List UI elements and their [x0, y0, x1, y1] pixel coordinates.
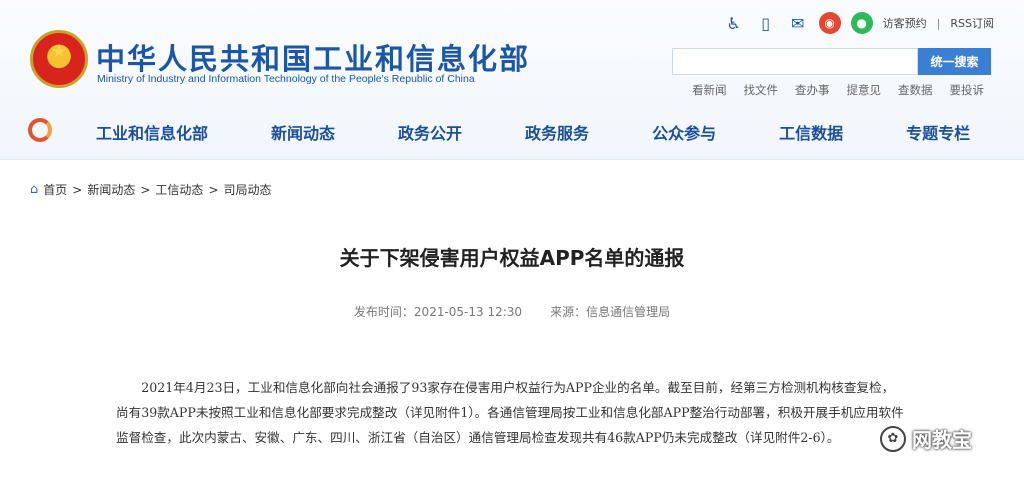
quick-link-files[interactable]: 找文件	[744, 82, 779, 98]
nav-item-topics[interactable]: 专题专栏	[906, 120, 970, 144]
national-emblem-logo[interactable]	[30, 30, 88, 88]
top-link-separator: |	[936, 16, 941, 30]
search-input[interactable]	[672, 48, 918, 75]
nav-item-data[interactable]: 工信数据	[779, 120, 843, 144]
weibo-icon[interactable]: ◉	[818, 12, 841, 34]
breadcrumb-separator: >	[140, 182, 151, 197]
breadcrumb-bureau-news[interactable]: 司局动态	[224, 181, 272, 198]
article-title: 关于下架侵害用户权益APP名单的通报	[339, 246, 685, 270]
nav-item-news[interactable]: 新闻动态	[271, 120, 335, 144]
wechat-watermark-icon: ✿	[880, 425, 906, 452]
home-icon[interactable]: ⌂	[30, 182, 38, 197]
mail-icon[interactable]: ✉	[787, 12, 809, 34]
search-button[interactable]: 统一搜索	[918, 48, 991, 75]
nav-item-participation[interactable]: 公众参与	[652, 120, 716, 144]
breadcrumb-news[interactable]: 新闻动态	[87, 181, 135, 198]
breadcrumb-home[interactable]: 首页	[43, 181, 67, 198]
nav-item-disclosure[interactable]: 政务公开	[398, 120, 462, 144]
quick-link-services[interactable]: 查办事	[795, 82, 830, 98]
breadcrumb: ⌂ 首页 > 新闻动态 > 工信动态 > 司局动态	[30, 181, 272, 198]
breadcrumb-separator: >	[208, 182, 219, 197]
quick-link-news[interactable]: 看新闻	[692, 82, 727, 98]
mobile-icon[interactable]: ▯	[755, 12, 777, 34]
site-title[interactable]: 中华人民共和国工业和信息化部	[96, 36, 530, 78]
quick-links: 看新闻 找文件 查办事 提意见 查数据 要投诉	[692, 82, 984, 98]
wechat-icon[interactable]: ●	[850, 12, 873, 34]
site-subtitle: Ministry of Industry and Information Tec…	[97, 73, 475, 85]
quick-link-complaint[interactable]: 要投诉	[950, 82, 985, 98]
publish-time: 发布时间：2021-05-13 12:30	[353, 305, 523, 319]
rss-link[interactable]: RSS订阅	[950, 15, 994, 31]
main-nav: 工业和信息化部 新闻动态 政务公开 政务服务 公众参与 工信数据 专题专栏	[0, 110, 1024, 150]
nav-item-ministry[interactable]: 工业和信息化部	[96, 120, 208, 144]
site-header: 中华人民共和国工业和信息化部 Ministry of Industry and …	[0, 0, 1024, 160]
breadcrumb-industry-news[interactable]: 工信动态	[155, 181, 203, 198]
top-toolbar: ♿ ▯ ✉ ◉ ● 访客预约 | RSS订阅	[723, 12, 994, 34]
quick-link-data[interactable]: 查数据	[898, 82, 933, 98]
article-source: 来源：信息通信管理局	[550, 305, 671, 319]
watermark-text: 网教宝	[912, 428, 972, 452]
nav-item-services[interactable]: 政务服务	[525, 120, 589, 144]
accessibility-icon[interactable]: ♿	[723, 12, 745, 34]
article-meta: 发布时间：2021-05-13 12:30 来源：信息通信管理局	[0, 303, 1024, 320]
nav-logo-icon[interactable]	[28, 118, 52, 142]
visit-appointment-link[interactable]: 访客预约	[883, 15, 927, 31]
breadcrumb-separator: >	[72, 182, 83, 197]
quick-link-feedback[interactable]: 提意见	[847, 82, 882, 98]
article-body: 2021年4月23日，工业和信息化部向社会通报了93家存在侵害用户权益行为APP…	[116, 380, 904, 445]
watermark: ✿ 网教宝	[880, 424, 972, 453]
